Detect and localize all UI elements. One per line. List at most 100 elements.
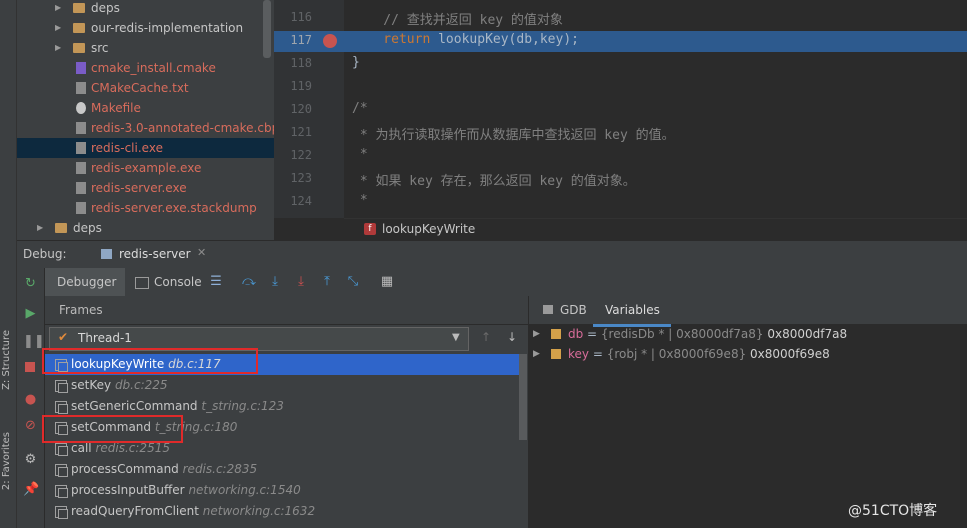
tree-item[interactable]: Makefile — [17, 98, 274, 118]
line-number: 117 — [290, 33, 312, 47]
debug-config-name: redis-server — [119, 247, 191, 261]
debug-tool-header: Debug: redis-server ✕ — [17, 240, 967, 272]
frame-icon — [55, 485, 68, 498]
tree-item[interactable]: redis-server.exe — [17, 178, 274, 198]
arrow-up-icon[interactable]: ↑ — [481, 330, 491, 344]
highlight-box-lookupkeywrite — [42, 348, 258, 374]
watermark: @51CTO博客 — [848, 503, 938, 519]
expand-arrow-icon[interactable]: ▶ — [533, 324, 540, 344]
line-number: 119 — [290, 79, 312, 93]
line-number: 121 — [290, 125, 312, 139]
frames-title: Frames — [59, 303, 103, 317]
tab-console[interactable]: Console — [127, 268, 207, 296]
frame-icon — [55, 443, 68, 456]
folder-icon — [55, 223, 67, 233]
rerun-icon[interactable]: ↻ — [23, 276, 38, 291]
tree-item[interactable]: redis-example.exe — [17, 158, 274, 178]
close-icon[interactable]: ✕ — [197, 246, 206, 259]
frames-scrollbar[interactable] — [519, 354, 527, 440]
variable-row[interactable]: ▶ key = {robj * | 0x8000f69e8} 0x8000f69… — [529, 344, 967, 364]
tree-item[interactable]: ▶ src — [17, 38, 274, 58]
structure-tab[interactable]: Z: Structure — [1, 330, 15, 390]
arrow-down-icon[interactable]: ↓ — [507, 330, 517, 344]
gdb-icon — [543, 305, 553, 314]
debugger-toolbar: Debugger Console ☰ ⤼ ⤓ ⤓ ⤒ ⤡ ▦ — [45, 268, 967, 297]
step-over-icon[interactable]: ⤼ — [241, 274, 257, 290]
pin-icon[interactable]: 📌 — [23, 482, 39, 497]
code-line[interactable]: * 为执行读取操作而从数据库中查找返回 key 的值。 — [352, 124, 675, 143]
breadcrumb-function[interactable]: lookupKeyWrite — [382, 222, 475, 236]
line-number: 116 — [290, 10, 312, 24]
frame-row[interactable]: readQueryFromClient networking.c:1632 — [45, 501, 523, 522]
tree-item[interactable]: ▶ deps — [17, 218, 274, 238]
resume-icon[interactable]: ▶ — [23, 306, 38, 321]
step-out-icon[interactable]: ⤒ — [319, 274, 335, 290]
code-line[interactable]: * — [352, 193, 368, 208]
file-icon — [76, 162, 86, 174]
tree-item[interactable]: ▶ our-redis-implementation — [17, 18, 274, 38]
highlight-box-setcommand — [42, 415, 183, 443]
code-line[interactable]: // 查找并返回 key 的值对象 — [352, 9, 563, 28]
text-file-icon — [76, 82, 86, 94]
file-icon — [76, 182, 86, 194]
frame-icon — [55, 401, 68, 414]
line-number: 124 — [290, 194, 312, 208]
editor-breadcrumb[interactable]: f lookupKeyWrite — [344, 218, 967, 241]
frames-panel: Frames ✔ Thread-1 ▼ ↑ ↓ lookupKeyWrite d… — [45, 296, 529, 528]
code-line[interactable]: } — [352, 55, 360, 70]
tab-debugger[interactable]: Debugger — [45, 268, 125, 296]
tree-item[interactable]: cmake_install.cmake — [17, 58, 274, 78]
line-number: 118 — [290, 56, 312, 70]
config-icon — [101, 249, 112, 259]
field-icon — [551, 349, 561, 359]
tree-item-selected[interactable]: redis-cli.exe — [17, 138, 274, 158]
code-line[interactable]: /* — [352, 101, 368, 116]
file-icon — [76, 142, 86, 154]
expand-arrow-icon[interactable]: ▶ — [37, 218, 45, 238]
function-icon: f — [364, 223, 376, 235]
frame-row[interactable]: setGenericCommand t_string.c:123 — [45, 396, 523, 417]
favorites-tab[interactable]: 2: Favorites — [1, 432, 15, 490]
cmake-file-icon — [76, 62, 86, 74]
console-icon — [135, 277, 149, 289]
frame-icon — [55, 464, 68, 477]
expand-arrow-icon[interactable]: ▶ — [55, 18, 63, 38]
run-to-cursor-icon[interactable]: ⤡ — [345, 274, 361, 290]
mute-breakpoints-icon[interactable]: ⊘ — [23, 418, 38, 433]
code-line[interactable]: * — [352, 147, 368, 162]
debug-label: Debug: — [23, 247, 67, 261]
tree-item[interactable]: CMakeCache.txt — [17, 78, 274, 98]
tree-scrollbar[interactable] — [263, 0, 271, 58]
evaluate-expression-icon[interactable]: ▦ — [379, 274, 395, 290]
stop-icon[interactable] — [25, 362, 35, 372]
force-step-into-icon[interactable]: ⤓ — [293, 274, 309, 290]
code-line[interactable]: return lookupKey(db,key); — [352, 32, 579, 47]
show-execution-point-icon[interactable]: ☰ — [208, 274, 224, 290]
frame-row[interactable]: processInputBuffer networking.c:1540 — [45, 480, 523, 501]
frame-row[interactable]: setKey db.c:225 — [45, 375, 523, 396]
variable-row[interactable]: ▶ db = {redisDb * | 0x8000df7a8} 0x8000d… — [529, 324, 967, 344]
code-lines: 116 // 查找并返回 key 的值对象 117 return lookupK… — [274, 8, 967, 218]
tree-item[interactable]: redis-server.exe.stackdump — [17, 198, 274, 218]
frame-icon — [55, 380, 68, 393]
expand-arrow-icon[interactable]: ▶ — [55, 38, 63, 58]
code-line[interactable]: * 如果 key 存在，那么返回 key 的值对象。 — [352, 170, 636, 189]
frames-header: Frames — [45, 296, 528, 325]
chevron-down-icon[interactable]: ▼ — [452, 332, 460, 343]
left-tool-strip: Z: Structure 2: Favorites — [0, 0, 17, 528]
makefile-icon — [76, 102, 86, 114]
thread-name: Thread-1 — [78, 331, 132, 345]
expand-arrow-icon[interactable]: ▶ — [55, 0, 63, 18]
settings-gear-icon[interactable]: ⚙ — [23, 452, 38, 467]
tab-variables[interactable]: Variables — [593, 296, 671, 327]
step-into-icon[interactable]: ⤓ — [267, 274, 283, 290]
project-tree: ▶ deps ▶ our-redis-implementation ▶ src … — [17, 0, 274, 240]
variables-panel: GDB Variables ▶ db = {redisDb * | 0x8000… — [529, 296, 967, 528]
tab-gdb[interactable]: GDB — [560, 303, 587, 317]
pause-icon[interactable]: ❚❚ — [23, 334, 45, 349]
view-breakpoints-icon[interactable]: ● — [23, 392, 38, 407]
tree-item[interactable]: ▶ deps — [17, 0, 274, 18]
frame-row[interactable]: processCommand redis.c:2835 — [45, 459, 523, 480]
tree-item[interactable]: redis-3.0-annotated-cmake.cbp — [17, 118, 274, 138]
expand-arrow-icon[interactable]: ▶ — [533, 344, 540, 364]
